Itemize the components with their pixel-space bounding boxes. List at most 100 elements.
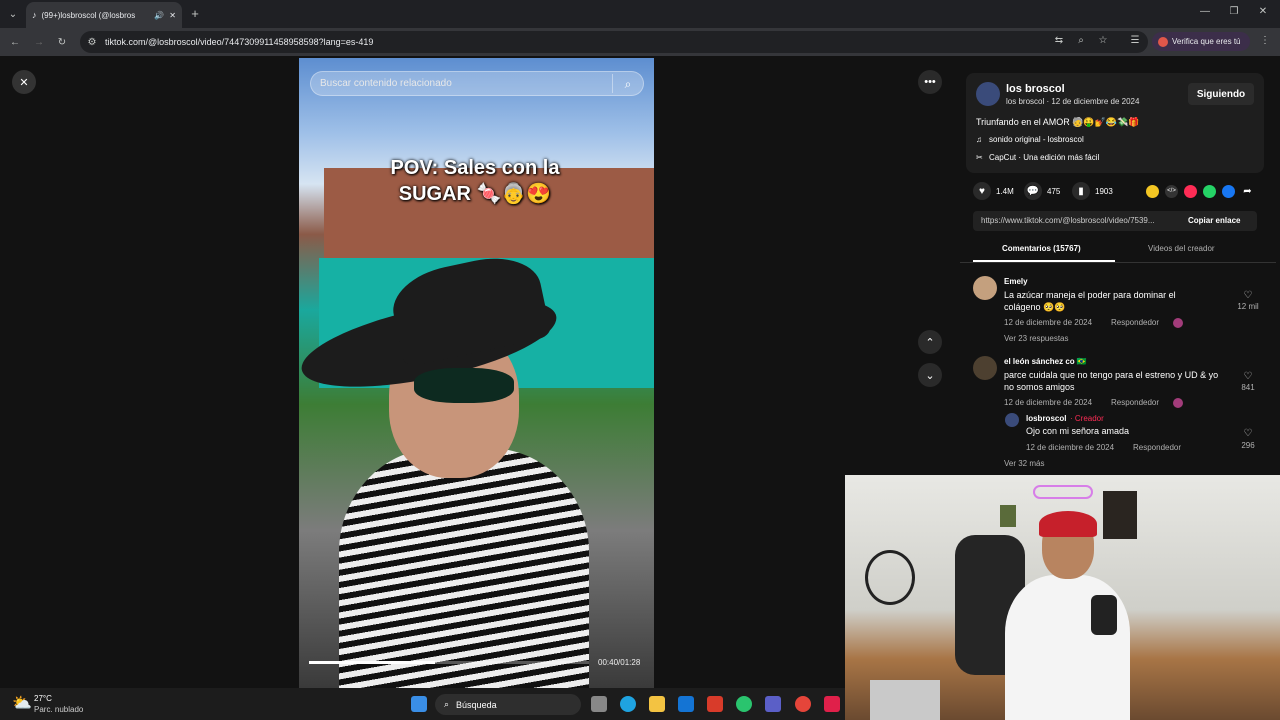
taskbar-search-label: Búsqueda [456, 699, 497, 710]
progress-track[interactable] [309, 661, 589, 664]
comment-like-icon[interactable]: ♡ [1241, 290, 1255, 301]
chrome-icon[interactable] [795, 696, 811, 712]
tiktok-taskbar-icon[interactable] [824, 696, 840, 712]
overlay-line-1: POV: Sales con la [390, 157, 560, 179]
comment-user[interactable]: Emely [1004, 277, 1028, 286]
creator-liked-icon [1173, 318, 1183, 328]
search-divider [612, 74, 613, 93]
reply-user[interactable]: losbroscol [1026, 414, 1066, 423]
author-subline: los broscol · 12 de diciembre de 2024 [1006, 97, 1140, 106]
taskbar-search[interactable]: ⌕ Búsqueda [435, 694, 581, 715]
comments-count: 475 [1047, 187, 1061, 196]
forward-icon[interactable]: → [31, 34, 47, 50]
fan-image [865, 550, 915, 605]
comment-like-icon[interactable]: ♡ [1241, 371, 1255, 382]
reply-button[interactable]: Respondedor [1111, 398, 1159, 407]
facebook-icon[interactable] [1222, 185, 1235, 198]
related-search-input[interactable]: Buscar contenido relacionado [310, 71, 644, 96]
comment-date: 12 de diciembre de 2024 [1004, 318, 1093, 327]
video-timestamp: 00:40/01:28 [598, 658, 641, 667]
progress-fill [309, 661, 435, 664]
likes-count: 1.4M [996, 187, 1014, 196]
capcut-link[interactable]: CapCut · Una edición más fácil [989, 153, 1099, 162]
view-more-link[interactable]: Ver 32 más [1004, 459, 1044, 468]
verify-label: Verifica que eres tú [1172, 37, 1241, 46]
outlook-icon[interactable] [678, 696, 694, 712]
music-note-icon: ♫ [976, 135, 982, 144]
profile-icon [1158, 36, 1168, 47]
author-avatar[interactable] [976, 82, 1000, 106]
task-view-icon[interactable] [591, 696, 607, 712]
address-bar[interactable]: tiktok.com/@losbroscol/video/74473099114… [80, 31, 1148, 53]
menu-icon[interactable]: ⋮ [1258, 35, 1272, 46]
url-text: tiktok.com/@losbroscol/video/74473099114… [105, 37, 374, 47]
tab-list-icon[interactable]: ⌄ [5, 6, 21, 22]
send-icon[interactable] [1184, 185, 1197, 198]
comment-user[interactable]: el león sánchez co 🇧🇷 [1004, 357, 1087, 366]
whatsapp-icon[interactable] [1203, 185, 1216, 198]
zoom-icon[interactable]: ⌕ [1074, 35, 1088, 46]
comment-like-count: 12 mil [1237, 302, 1259, 311]
share-arrow-icon[interactable]: ➦ [1241, 185, 1254, 198]
video-player[interactable] [299, 58, 654, 688]
bookmark-star-icon[interactable]: ☆ [1096, 35, 1110, 46]
tabs-divider [960, 262, 1276, 263]
following-button[interactable]: Siguiendo [1188, 83, 1254, 105]
close-tab-icon[interactable]: ✕ [169, 11, 176, 20]
comment-icon[interactable]: 💬 [1024, 182, 1042, 200]
author-name[interactable]: los broscol [1006, 83, 1065, 95]
more-options-icon[interactable]: ••• [918, 70, 942, 94]
post-caption: Triunfando en el AMOR 🧓🤑💅😂💸🎁 [976, 117, 1140, 127]
laptop-image [870, 680, 940, 720]
minimize-icon[interactable]: — [1198, 6, 1212, 17]
reply-button[interactable]: Respondedor [1133, 443, 1181, 452]
comment-avatar[interactable] [973, 356, 997, 380]
tab-bar: ⌄ ♪ (99+)losbroscol (@losbros 🔊 ✕ + — ❐ … [0, 0, 1280, 28]
tab-creator-videos[interactable]: Videos del creador [1148, 244, 1215, 253]
save-icon[interactable]: ▮ [1072, 182, 1090, 200]
copy-link-button[interactable]: Copiar enlace [1188, 216, 1240, 225]
audio-icon[interactable]: 🔊 [154, 11, 164, 20]
tab-active[interactable]: ♪ (99+)losbroscol (@losbros 🔊 ✕ [26, 2, 182, 28]
sunglasses-image [414, 368, 514, 403]
tab-comments[interactable]: Comentarios (15767) [1002, 244, 1081, 253]
reply-button[interactable]: Respondedor [1111, 318, 1159, 327]
emoji-share-icon[interactable] [1146, 185, 1159, 198]
search-placeholder: Buscar contenido relacionado [320, 78, 452, 89]
embed-icon[interactable]: </> [1165, 185, 1178, 198]
search-icon[interactable]: ⌕ [620, 76, 636, 92]
edge-icon[interactable] [620, 696, 636, 712]
reply-like-icon[interactable]: ♡ [1241, 428, 1255, 439]
verify-button[interactable]: Verifica que eres tú [1152, 32, 1250, 51]
saves-count: 1903 [1095, 187, 1113, 196]
new-tab-icon[interactable]: + [188, 6, 202, 21]
reload-icon[interactable]: ↻ [54, 34, 70, 50]
site-info-icon[interactable]: ⚙ [86, 36, 98, 48]
translate-icon[interactable]: ⇆ [1052, 35, 1066, 46]
comment-text: La azúcar maneja el poder para dominar e… [1004, 290, 1176, 312]
teams-icon[interactable] [765, 696, 781, 712]
back-icon[interactable]: ← [7, 34, 23, 50]
reply-text: Ojo con mi señora amada [1026, 426, 1130, 436]
whatsapp-taskbar-icon[interactable] [736, 696, 752, 712]
weather-icon[interactable]: ⛅ [12, 693, 32, 712]
sound-link[interactable]: sonido original - losbroscol [989, 135, 1084, 144]
view-replies-link[interactable]: Ver 23 respuestas [1004, 334, 1068, 343]
comment-date: 12 de diciembre de 2024 [1004, 398, 1093, 407]
creator-badge: · Creador [1070, 414, 1104, 423]
close-video-icon[interactable]: ✕ [12, 70, 36, 94]
taskbar-search-icon: ⌕ [444, 699, 450, 709]
like-icon[interactable]: ♥ [973, 182, 991, 200]
previous-video-icon[interactable]: ⌃ [918, 330, 942, 354]
restore-icon[interactable]: ❐ [1227, 6, 1241, 17]
store-icon[interactable] [707, 696, 723, 712]
windows-start-icon[interactable] [411, 696, 427, 712]
comment-avatar[interactable] [973, 276, 997, 300]
overlay-line-2: SUGAR 🍬👵😍 [398, 183, 552, 205]
close-window-icon[interactable]: ✕ [1256, 6, 1270, 17]
comment-text: parce cuidala que no tengo para el estre… [1004, 370, 1219, 392]
reading-list-icon[interactable]: ☰ [1128, 35, 1142, 46]
next-video-icon[interactable]: ⌄ [918, 363, 942, 387]
reply-avatar[interactable] [1005, 413, 1019, 427]
file-explorer-icon[interactable] [649, 696, 665, 712]
